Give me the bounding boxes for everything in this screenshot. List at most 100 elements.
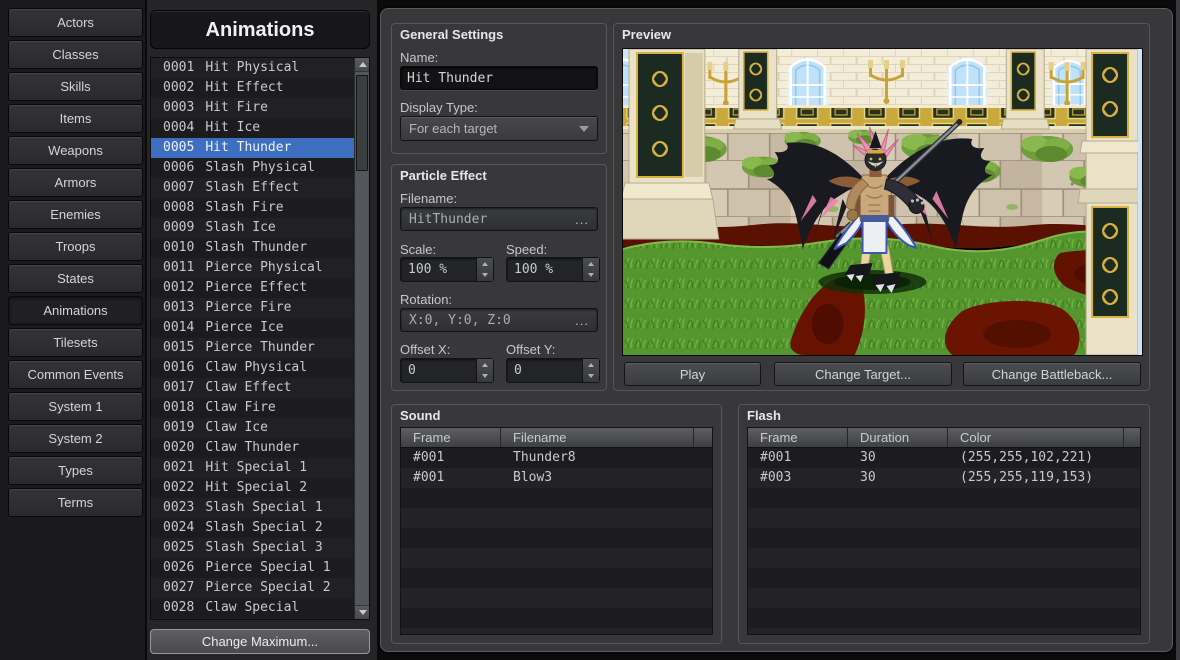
scrollbar-thumb[interactable] (356, 75, 368, 171)
sidebar-category-button[interactable]: Enemies (8, 200, 143, 229)
sidebar-category-button[interactable]: Terms (8, 488, 143, 517)
play-button[interactable]: Play (624, 362, 761, 386)
sidebar-category-button[interactable]: Tilesets (8, 328, 143, 357)
browse-icon[interactable]: ... (575, 212, 589, 227)
animation-list-item[interactable]: 0003 Hit Fire (151, 98, 354, 118)
rotation-label: Rotation: (400, 292, 452, 307)
column-header-color[interactable]: Color (948, 428, 1124, 447)
scale-label: Scale: (400, 242, 436, 257)
animation-list-item[interactable]: 0028 Claw Special (151, 598, 354, 618)
animation-list-item[interactable]: 0013 Pierce Fire (151, 298, 354, 318)
animation-name: Hit Ice (205, 118, 260, 138)
animation-name: Slash Fire (205, 198, 283, 218)
change-target-button[interactable]: Change Target... (774, 362, 952, 386)
animation-list-item[interactable]: 0020 Claw Thunder (151, 438, 354, 458)
sidebar-category-button[interactable]: States (8, 264, 143, 293)
animation-list-item[interactable]: 0011 Pierce Physical (151, 258, 354, 278)
animation-name: Pierce Physical (205, 258, 322, 278)
far-left-pillar (623, 49, 719, 239)
battleback-image (623, 49, 1142, 355)
animation-list-item[interactable]: 0009 Slash Ice (151, 218, 354, 238)
animation-list-item[interactable]: 0025 Slash Special 3 (151, 538, 354, 558)
sidebar-category-button[interactable]: Weapons (8, 136, 143, 165)
step-up-button[interactable] (477, 258, 493, 270)
animation-list-item[interactable]: 0018 Claw Fire (151, 398, 354, 418)
flash-color: (255,255,102,221) (948, 448, 1124, 468)
scale-value: 100 % (401, 258, 476, 281)
column-header-duration[interactable]: Duration (848, 428, 948, 447)
animation-list-item[interactable]: 0024 Slash Special 2 (151, 518, 354, 538)
step-up-button[interactable] (583, 359, 599, 371)
sidebar-category-button[interactable]: Animations (8, 296, 143, 325)
offset-y-stepper[interactable]: 0 (506, 358, 600, 383)
step-down-button[interactable] (477, 371, 493, 383)
browse-icon[interactable]: ... (575, 313, 589, 328)
sidebar-category-button[interactable]: Common Events (8, 360, 143, 389)
animation-list-item[interactable]: 0026 Pierce Special 1 (151, 558, 354, 578)
display-type-select[interactable]: For each target (400, 116, 598, 141)
sidebar-category-button[interactable]: Actors (8, 8, 143, 37)
name-input[interactable] (400, 66, 598, 90)
animation-name: Claw Effect (205, 378, 291, 398)
animation-name: Hit Thunder (205, 138, 291, 158)
scroll-up-button[interactable] (355, 58, 370, 72)
offset-x-stepper[interactable]: 0 (400, 358, 494, 383)
animation-id: 0002 (163, 78, 194, 98)
step-down-button[interactable] (583, 270, 599, 282)
sound-row[interactable]: #001 Thunder8 (401, 448, 712, 468)
animation-list-item[interactable]: 0014 Pierce Ice (151, 318, 354, 338)
animation-list-item[interactable]: 0015 Pierce Thunder (151, 338, 354, 358)
sidebar-category-button[interactable]: Items (8, 104, 143, 133)
sidebar-category-button[interactable]: System 2 (8, 424, 143, 453)
animation-list-item[interactable]: 0016 Claw Physical (151, 358, 354, 378)
animation-list-item[interactable]: 0008 Slash Fire (151, 198, 354, 218)
filename-field[interactable]: HitThunder ... (400, 207, 598, 231)
animation-list-item[interactable]: 0010 Slash Thunder (151, 238, 354, 258)
sound-row[interactable]: #001 Blow3 (401, 468, 712, 488)
column-header-frame[interactable]: Frame (401, 428, 501, 447)
animation-list-item[interactable]: 0001 Hit Physical (151, 58, 354, 78)
sidebar-category-button[interactable]: System 1 (8, 392, 143, 421)
animation-list-item[interactable]: 0017 Claw Effect (151, 378, 354, 398)
step-up-button[interactable] (477, 359, 493, 371)
triangle-up-icon (482, 363, 488, 367)
animation-list-item[interactable]: 0005 Hit Thunder (151, 138, 354, 158)
animation-name: Pierce Effect (205, 278, 307, 298)
list-scrollbar[interactable] (354, 58, 369, 619)
flash-row[interactable]: #001 30 (255,255,102,221) (748, 448, 1140, 468)
sidebar-category-button[interactable]: Classes (8, 40, 143, 69)
sidebar-category-button[interactable]: Troops (8, 232, 143, 261)
flash-row[interactable]: #003 30 (255,255,119,153) (748, 468, 1140, 488)
animation-list-item[interactable]: 0007 Slash Effect (151, 178, 354, 198)
triangle-down-icon (482, 374, 488, 378)
group-title: Flash (747, 408, 781, 423)
flash-duration: 30 (848, 468, 948, 488)
step-down-button[interactable] (477, 270, 493, 282)
animation-name: Claw Ice (205, 418, 268, 438)
speed-stepper[interactable]: 100 % (506, 257, 600, 282)
column-header-frame[interactable]: Frame (748, 428, 848, 447)
animation-list-item[interactable]: 0004 Hit Ice (151, 118, 354, 138)
sidebar-category-button[interactable]: Skills (8, 72, 143, 101)
animation-name: Slash Effect (205, 178, 299, 198)
change-maximum-button[interactable]: Change Maximum... (150, 629, 370, 654)
change-battleback-button[interactable]: Change Battleback... (963, 362, 1141, 386)
sidebar-category-button[interactable]: Types (8, 456, 143, 485)
animation-id: 0009 (163, 218, 194, 238)
flash-table: Frame Duration Color #001 30 (255,255,10… (747, 427, 1141, 635)
step-down-button[interactable] (583, 371, 599, 383)
column-header-filename[interactable]: Filename (501, 428, 694, 447)
step-up-button[interactable] (583, 258, 599, 270)
animation-list-item[interactable]: 0027 Pierce Special 2 (151, 578, 354, 598)
animation-list-item[interactable]: 0023 Slash Special 1 (151, 498, 354, 518)
animation-list-item[interactable]: 0006 Slash Physical (151, 158, 354, 178)
rotation-field[interactable]: X:0, Y:0, Z:0 ... (400, 308, 598, 332)
scale-stepper[interactable]: 100 % (400, 257, 494, 282)
animation-list-item[interactable]: 0022 Hit Special 2 (151, 478, 354, 498)
sidebar-category-button[interactable]: Armors (8, 168, 143, 197)
scroll-down-button[interactable] (355, 605, 370, 619)
animation-list-item[interactable]: 0021 Hit Special 1 (151, 458, 354, 478)
animation-list-item[interactable]: 0012 Pierce Effect (151, 278, 354, 298)
animation-list-item[interactable]: 0019 Claw Ice (151, 418, 354, 438)
animation-list-item[interactable]: 0002 Hit Effect (151, 78, 354, 98)
